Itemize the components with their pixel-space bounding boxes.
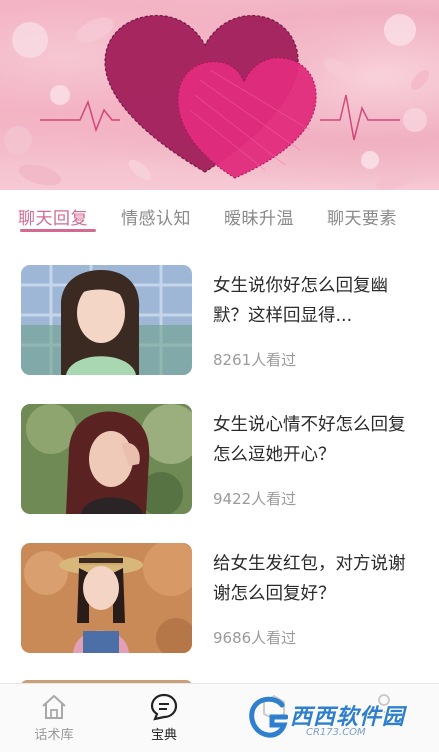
nav-home-label: 话术库	[34, 728, 74, 743]
nav-home[interactable]: 话术库	[14, 684, 94, 752]
article-thumbnail	[21, 543, 192, 653]
article-title: 女生说你好怎么回复幽默？这样回显得...	[213, 276, 388, 326]
home-icon	[42, 695, 66, 719]
article-view-count: 8261人看过	[213, 351, 297, 369]
tab-chat-reply[interactable]: 聊天回复	[18, 204, 88, 229]
hearts-illustration	[4, 14, 429, 190]
tab-flirting-warmup[interactable]: 暧昧升温	[224, 204, 294, 229]
article-item[interactable]: 女生说你好怎么回复幽默？这样回显得... 8261人看过	[0, 265, 439, 389]
article-thumbnail	[21, 265, 192, 375]
category-tabs: 聊天回复 情感认知 暧昧升温 聊天要素	[0, 190, 439, 238]
active-tab-indicator	[20, 229, 96, 232]
article-view-count: 9422人看过	[213, 490, 297, 508]
tab-emotion-cognition[interactable]: 情感认知	[121, 204, 191, 229]
chat-bubble-icon	[150, 693, 178, 721]
article-item[interactable]: 给女生发红包，对方说谢谢怎么回复好？ 9686人看过	[0, 543, 439, 667]
article-view-count: 9686人看过	[213, 629, 297, 647]
article-title: 给女生发红包，对方说谢谢怎么回复好？	[213, 554, 406, 604]
nav-treasure[interactable]: 宝典	[124, 684, 204, 752]
header-banner	[0, 0, 439, 190]
article-item[interactable]: 女生说心情不好怎么回复怎么逗她开心？ 9422人看过	[0, 404, 439, 528]
tab-chat-elements[interactable]: 聊天要素	[327, 204, 397, 229]
watermark-logo: 西西软件园 CR173.COM	[248, 693, 434, 745]
watermark-icon	[249, 696, 288, 738]
watermark-subtext: CR173.COM	[306, 727, 366, 738]
article-thumbnail	[21, 404, 192, 514]
article-title: 女生说心情不好怎么回复怎么逗她开心？	[213, 415, 406, 465]
nav-treasure-label: 宝典	[150, 728, 177, 743]
